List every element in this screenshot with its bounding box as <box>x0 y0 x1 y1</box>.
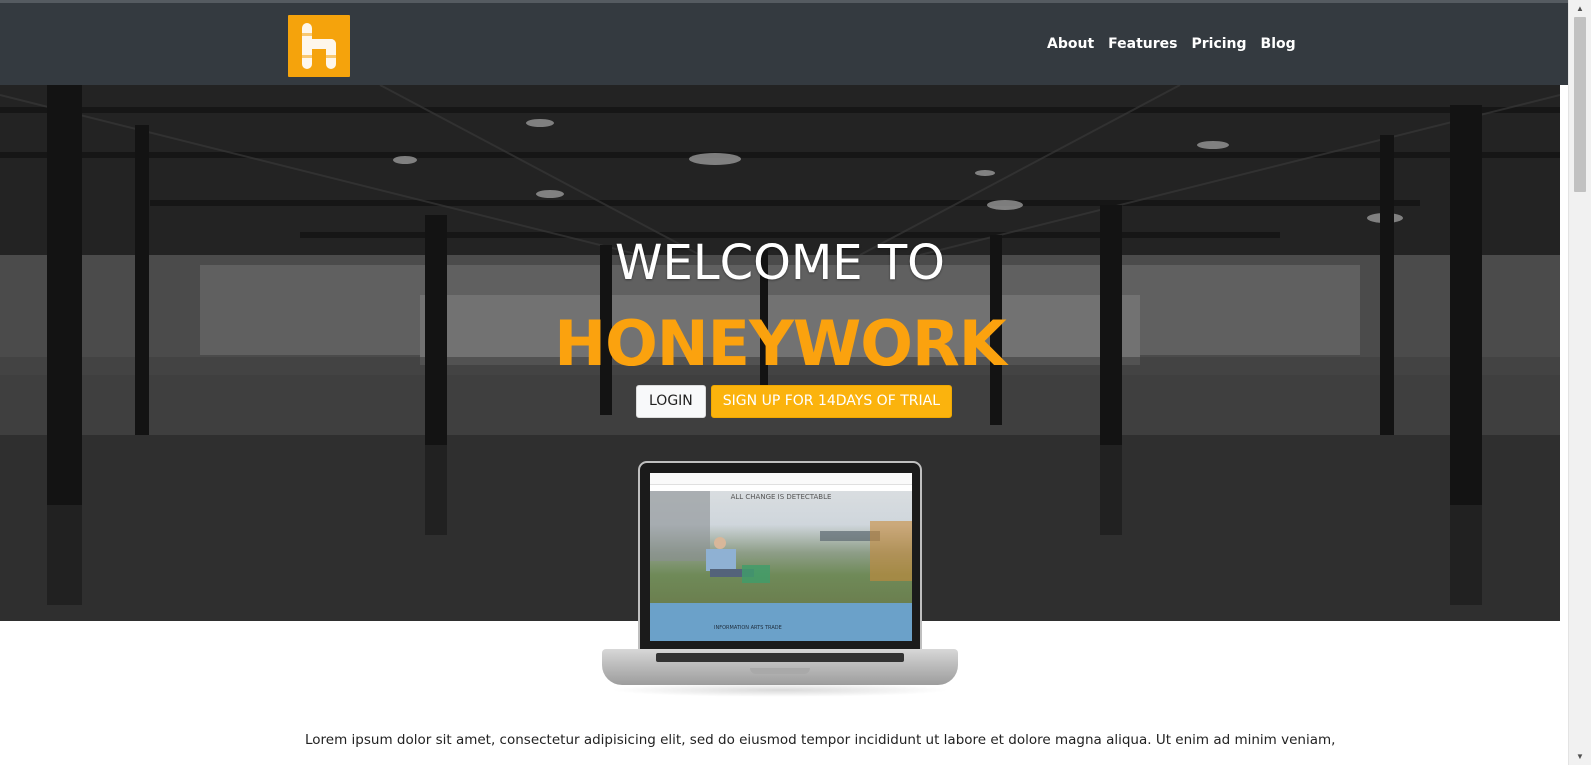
screen-section-title: INFORMATION ARTS TRADE <box>714 625 782 631</box>
laptop-notch <box>750 668 810 674</box>
login-button[interactable]: LOGIN <box>636 385 706 418</box>
laptop-keyboard <box>656 653 904 662</box>
hero-buttons: LOGIN SIGN UP FOR 14DAYS OF TRIAL <box>636 385 952 418</box>
scroll-thumb[interactable] <box>1574 17 1586 192</box>
nav-about-link[interactable]: About <box>1047 36 1094 52</box>
honeywork-logo-icon[interactable] <box>288 15 350 77</box>
screen-hero-photo <box>650 491 912 603</box>
nav-blog-link[interactable]: Blog <box>1261 36 1296 52</box>
hero-title-brand: HONEYWORK <box>554 307 1007 380</box>
screen-nav-bar <box>650 473 912 485</box>
top-navbar: About Features Pricing Blog <box>0 0 1568 85</box>
hero-title-welcome: WELCOME TO <box>615 235 945 291</box>
laptop-mockup-image: ALL CHANGE IS DETECTABLE INFORMATION ART… <box>600 461 960 711</box>
vertical-scrollbar[interactable]: ▲ ▼ <box>1568 0 1591 765</box>
screen-blue-section <box>650 603 912 641</box>
intro-paragraph: Lorem ipsum dolor sit amet, consectetur … <box>305 732 1336 748</box>
laptop-shadow <box>610 683 950 697</box>
scroll-up-arrow-icon[interactable]: ▲ <box>1569 0 1591 17</box>
scroll-down-arrow-icon[interactable]: ▼ <box>1569 748 1591 765</box>
main-nav: About Features Pricing Blog <box>1047 36 1310 52</box>
nav-pricing-link[interactable]: Pricing <box>1191 36 1246 52</box>
laptop-lid: ALL CHANGE IS DETECTABLE INFORMATION ART… <box>638 461 922 651</box>
signup-trial-button[interactable]: SIGN UP FOR 14DAYS OF TRIAL <box>710 385 952 418</box>
nav-features-link[interactable]: Features <box>1108 36 1177 52</box>
laptop-screen: ALL CHANGE IS DETECTABLE INFORMATION ART… <box>650 473 912 641</box>
screen-title: ALL CHANGE IS DETECTABLE <box>730 493 832 501</box>
page: About Features Pricing Blog WELCOME TO H… <box>0 0 1568 765</box>
